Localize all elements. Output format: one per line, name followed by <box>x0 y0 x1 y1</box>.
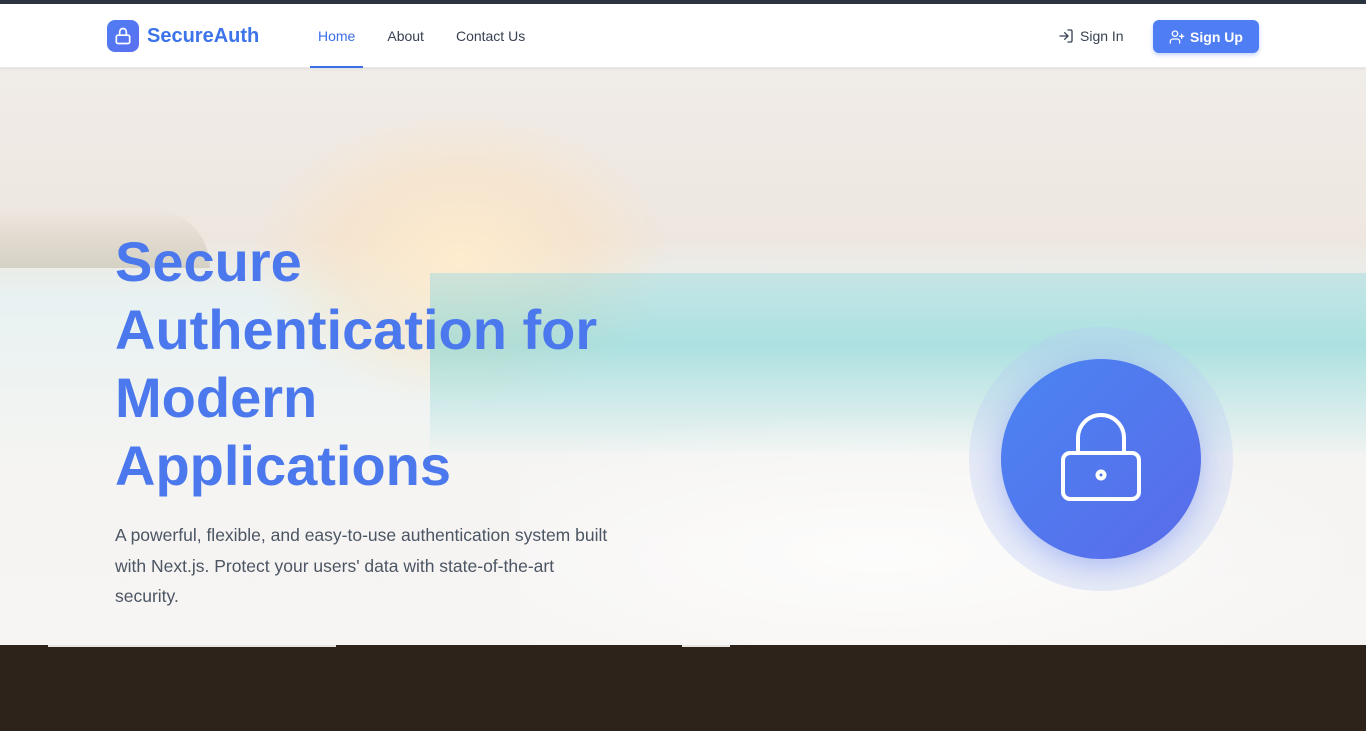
user-plus-icon <box>1169 29 1185 44</box>
brand-name: SecureAuth <box>147 24 260 47</box>
hero-subtitle-line: with Next.js. Protect your users' data w… <box>115 555 555 576</box>
nav-link-about[interactable]: About <box>379 4 432 68</box>
navbar: SecureAuth Home About Contact Us Sign In… <box>0 4 1366 68</box>
sign-up-label: Sign Up <box>1190 28 1243 45</box>
hero-title-line: Modern <box>115 366 318 429</box>
hero-title-line: Applications <box>115 434 452 497</box>
lock-icon <box>107 20 139 52</box>
sign-up-button[interactable]: Sign Up <box>1153 20 1259 53</box>
sign-in-button[interactable]: Sign In <box>1046 20 1136 52</box>
nav-link-home[interactable]: Home <box>310 4 364 68</box>
sign-in-label: Sign In <box>1080 28 1124 44</box>
hero-title-line: Authentication for <box>115 298 598 361</box>
divider <box>48 645 336 647</box>
hero-title: Secure Authentication for Modern Applica… <box>115 228 675 500</box>
lock-icon <box>1061 413 1141 501</box>
hero-title-line: Secure <box>115 230 302 293</box>
hero-section: Secure Authentication for Modern Applica… <box>0 68 1366 645</box>
hero-subtitle-line: A powerful, flexible, and easy-to-use au… <box>115 525 608 545</box>
brand-link[interactable]: SecureAuth <box>107 20 259 52</box>
hero-subtitle: A powerful, flexible, and easy-to-use au… <box>115 520 675 612</box>
hero-subtitle-line: security. <box>115 586 179 606</box>
main-nav: Home About Contact Us <box>310 4 549 68</box>
nav-link-contact[interactable]: Contact Us <box>448 4 533 68</box>
hero-lock-badge <box>1001 359 1201 559</box>
log-in-icon <box>1059 29 1073 43</box>
divider <box>682 645 730 647</box>
